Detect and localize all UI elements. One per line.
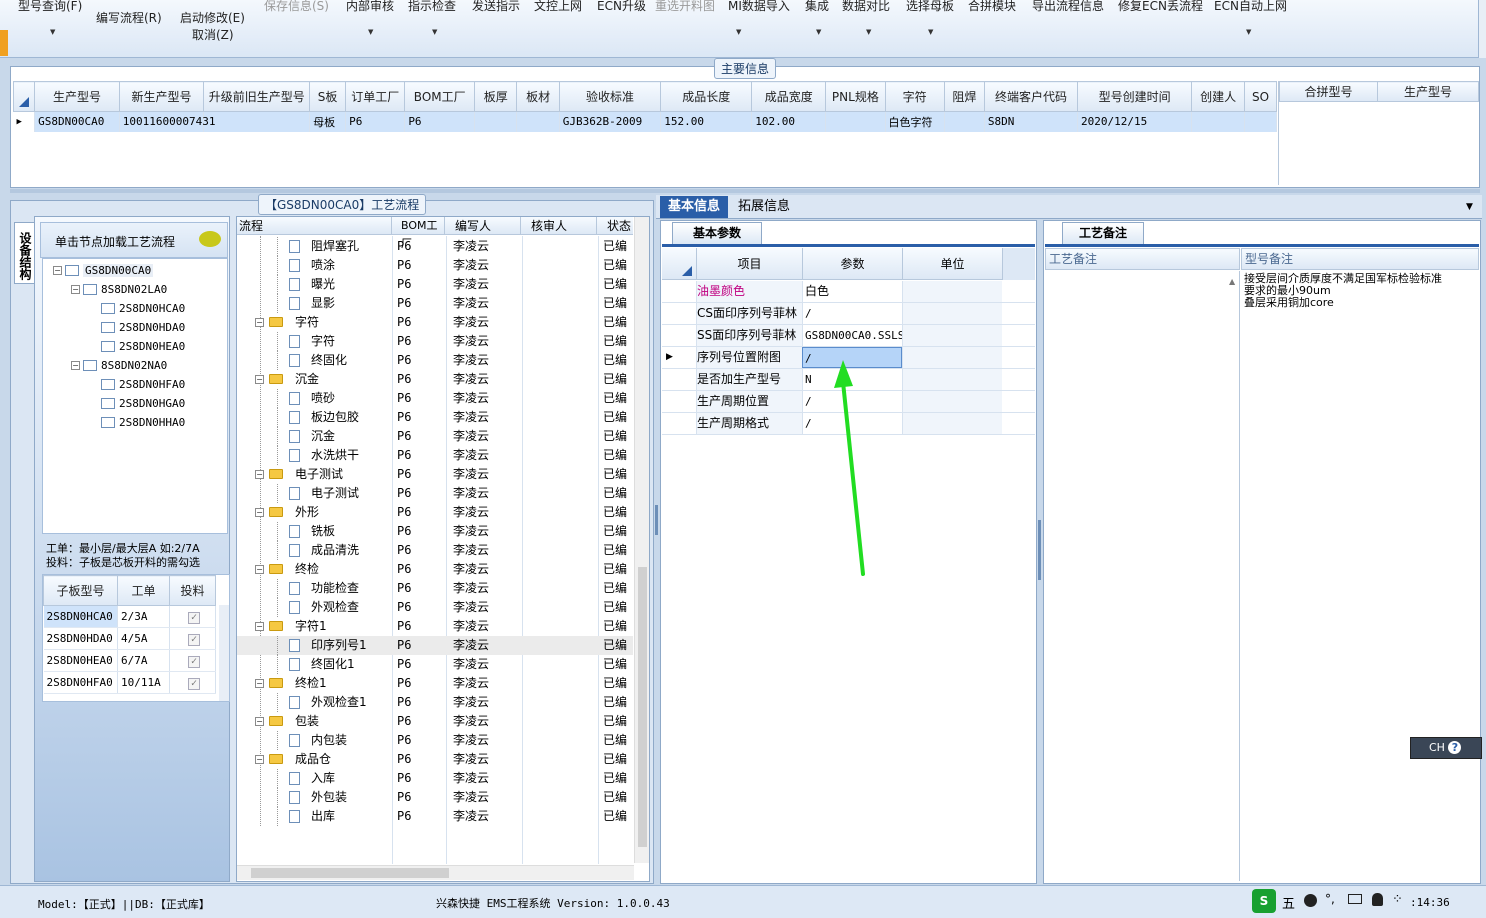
green-arrow-annotation <box>834 360 865 576</box>
clock: :14:36 <box>1410 896 1450 909</box>
user-icon[interactable] <box>1372 893 1383 906</box>
punctuation-icon[interactable]: °, <box>1325 892 1335 906</box>
sogou-ime-icon[interactable]: S <box>1252 889 1276 913</box>
model-db-status: Model:【正式】||DB:【正式库】 <box>38 898 210 911</box>
ime-mode[interactable]: 五 <box>1282 893 1295 912</box>
status-bar: Model:【正式】||DB:【正式库】 兴森快捷 EMS工程系统 Versio… <box>0 885 1486 918</box>
app-version: 兴森快捷 EMS工程系统 Version: 1.0.0.43 <box>436 897 670 910</box>
moon-icon[interactable] <box>1304 894 1317 907</box>
toolbox-icon[interactable]: ⁘ <box>1392 892 1403 907</box>
keyboard-icon[interactable] <box>1348 894 1362 904</box>
